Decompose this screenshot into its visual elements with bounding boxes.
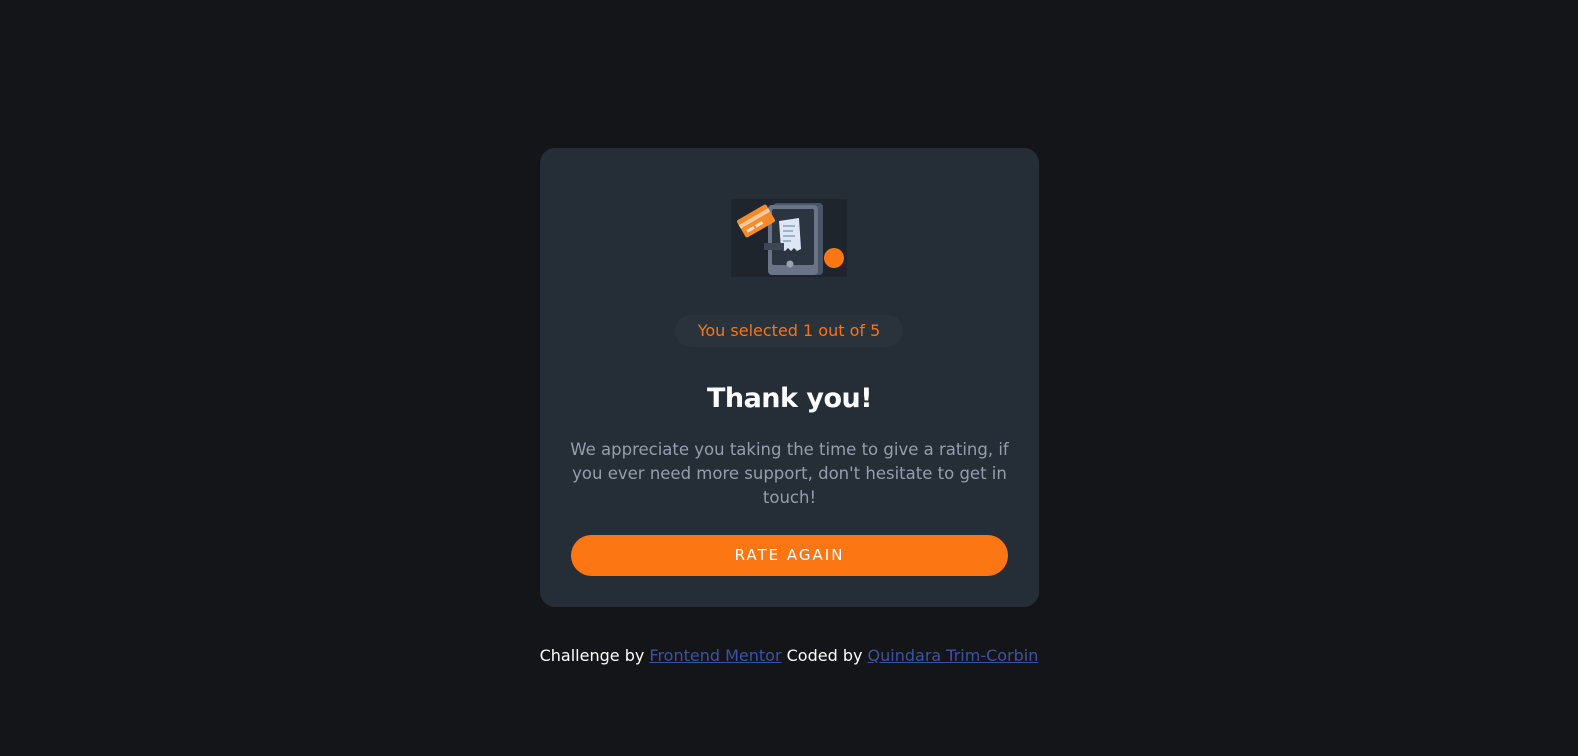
thank-you-message: We appreciate you taking the time to giv…	[570, 440, 1009, 507]
attribution-footer: Challenge by Frontend Mentor Coded by Qu…	[0, 645, 1578, 667]
rating-card: You selected 1 out of 5 Thank you! We ap…	[540, 148, 1039, 607]
rate-again-button[interactable]: RATE AGAIN	[571, 535, 1008, 576]
thank-you-title: Thank you!	[706, 383, 873, 414]
selected-rating-badge: You selected 1 out of 5	[675, 315, 903, 347]
author-link[interactable]: Quindara Trim-Corbin	[868, 646, 1039, 665]
phone-payment-illustration-icon	[731, 199, 847, 277]
challenge-prefix: Challenge by	[539, 646, 645, 665]
frontend-mentor-link[interactable]: Frontend Mentor	[649, 646, 781, 665]
coded-prefix: Coded by	[786, 646, 863, 665]
